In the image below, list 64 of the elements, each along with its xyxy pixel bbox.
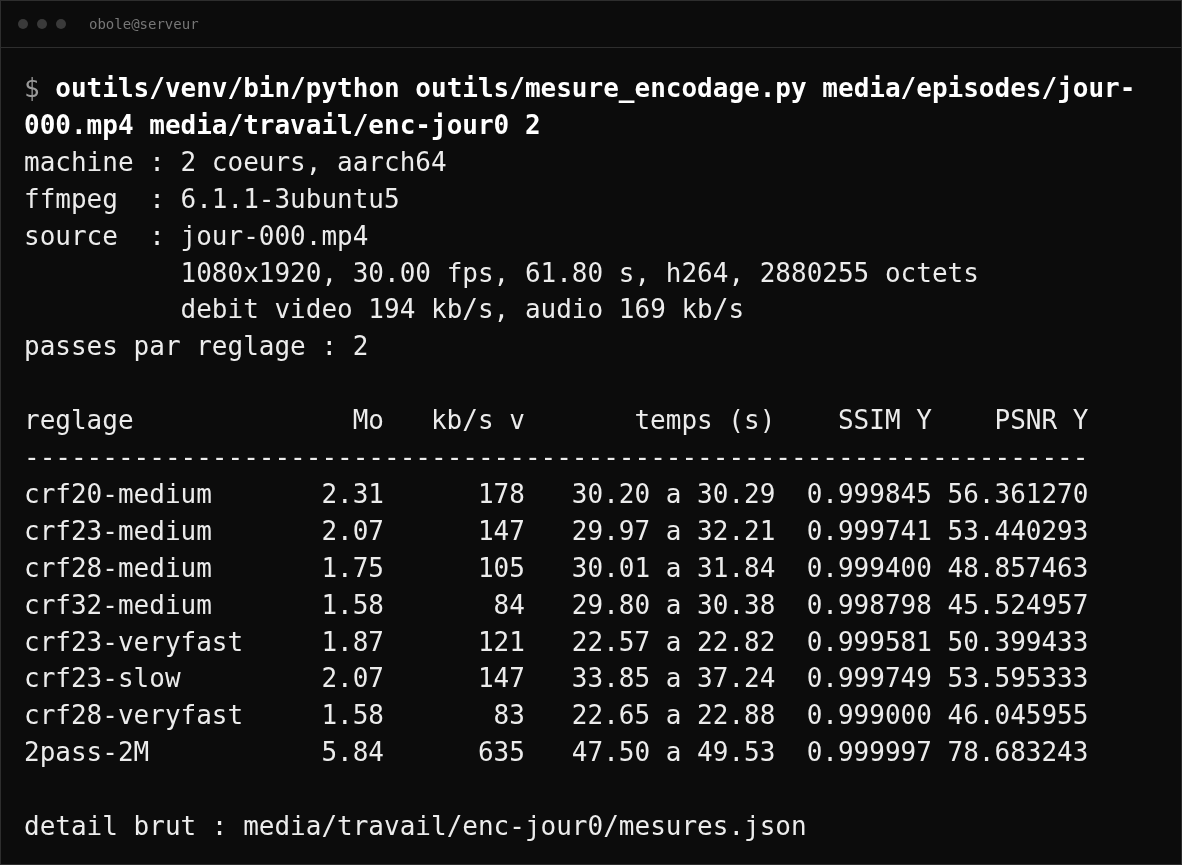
column-header: kb/s v — [430, 404, 525, 438]
table-cell-text: 147 — [477, 514, 525, 548]
table-cell-text: 0.999400 — [806, 551, 932, 585]
column-header: Mo — [352, 404, 384, 438]
output-line: detail brut : media/travail/enc-jour0/mesures.json — [24, 811, 807, 842]
table-cell-text: 5.84 — [321, 736, 384, 770]
table-cell-text: crf28-veryfast — [24, 699, 244, 733]
table-cell-text: 1.58 — [321, 699, 384, 733]
table-cell-text: 53.440293 — [947, 514, 1089, 548]
command-line: $ outils/venv/bin/python outils/mesure_encodage.py media/episodes/jour-000.mp4 media/travail/enc-jour0 2 — [24, 72, 1137, 142]
table-cell-text: crf20-medium — [24, 477, 212, 511]
table-cell-text: 2.07 — [321, 514, 384, 548]
table-cell-text: 50.399433 — [947, 625, 1089, 659]
table-cell-text: 0.999000 — [806, 699, 932, 733]
table-rule: -------------------------------------------------------------------- — [24, 442, 1089, 473]
table-cell-text: 2.31 — [321, 477, 384, 511]
table-cell-text: 2.07 — [321, 662, 384, 696]
table-cell-text: 56.361270 — [947, 477, 1089, 511]
table-cell-text: 53.595333 — [947, 662, 1089, 696]
output-line: source : jour-000.mp4 — [24, 220, 369, 251]
table-cell-text: 635 — [477, 736, 525, 770]
table-cell-text: 105 — [477, 551, 525, 585]
table-cell-text: 1.87 — [321, 625, 384, 659]
table-cell-text: 147 — [477, 662, 525, 696]
table-cell-text: 45.524957 — [947, 588, 1089, 622]
table-cell-text: 0.998798 — [806, 588, 932, 622]
table-cell-text: 121 — [477, 625, 525, 659]
table-cell-text: 0.999997 — [806, 736, 932, 770]
table-cell-text: 29.80 a 30.38 — [571, 588, 776, 622]
table-cell-text: crf23-medium — [24, 514, 212, 548]
output-line: passes par reglage : 2 — [24, 331, 369, 362]
table-cell-text: 33.85 a 37.24 — [571, 662, 776, 696]
column-header: reglage — [24, 404, 134, 438]
table-cell-text: crf32-medium — [24, 588, 212, 622]
table-cell-text: 29.97 a 32.21 — [571, 514, 776, 548]
table-cell-text: 0.999845 — [806, 477, 932, 511]
table-cell-text: 0.999749 — [806, 662, 932, 696]
table-cell-text: 22.57 a 22.82 — [571, 625, 776, 659]
table-cell-text: 30.20 a 30.29 — [571, 477, 776, 511]
table-cell-text: 1.58 — [321, 588, 384, 622]
window-title: obole@serveur — [89, 16, 199, 32]
table-cell-text: crf23-veryfast — [24, 625, 244, 659]
table-cell-text: 46.045955 — [947, 699, 1089, 733]
table-cell-text: 178 — [477, 477, 525, 511]
table-cell-text: 47.50 a 49.53 — [571, 736, 776, 770]
table-cell-text: 30.01 a 31.84 — [571, 551, 776, 585]
table-cell-text: 48.857463 — [947, 551, 1089, 585]
table-cell-text: 78.683243 — [947, 736, 1089, 770]
output-line: machine : 2 coeurs, aarch64 — [24, 146, 447, 177]
table-cell-text: 0.999581 — [806, 625, 932, 659]
table-cell-text: 1.75 — [321, 551, 384, 585]
output-line: debit video 194 kb/s, audio 169 kb/s — [180, 294, 745, 325]
output-line: 1080x1920, 30.00 fps, 61.80 s, h264, 2880255 octets — [180, 257, 979, 288]
table-cell-text: crf23-slow — [24, 662, 181, 696]
table-cell-text: crf28-medium — [24, 551, 212, 585]
table-cell-text: 2pass-2M — [24, 736, 150, 770]
table-cell-text: 0.999741 — [806, 514, 932, 548]
output-line: ffmpeg : 6.1.1-3ubuntu5 — [24, 183, 400, 214]
table-cell-text: 83 — [493, 699, 525, 733]
column-header: SSIM Y — [837, 404, 932, 438]
column-header: PSNR Y — [994, 404, 1089, 438]
column-header: temps (s) — [634, 404, 776, 438]
table-cell-text: 22.65 a 22.88 — [571, 699, 776, 733]
table-cell-text: 84 — [493, 588, 525, 622]
